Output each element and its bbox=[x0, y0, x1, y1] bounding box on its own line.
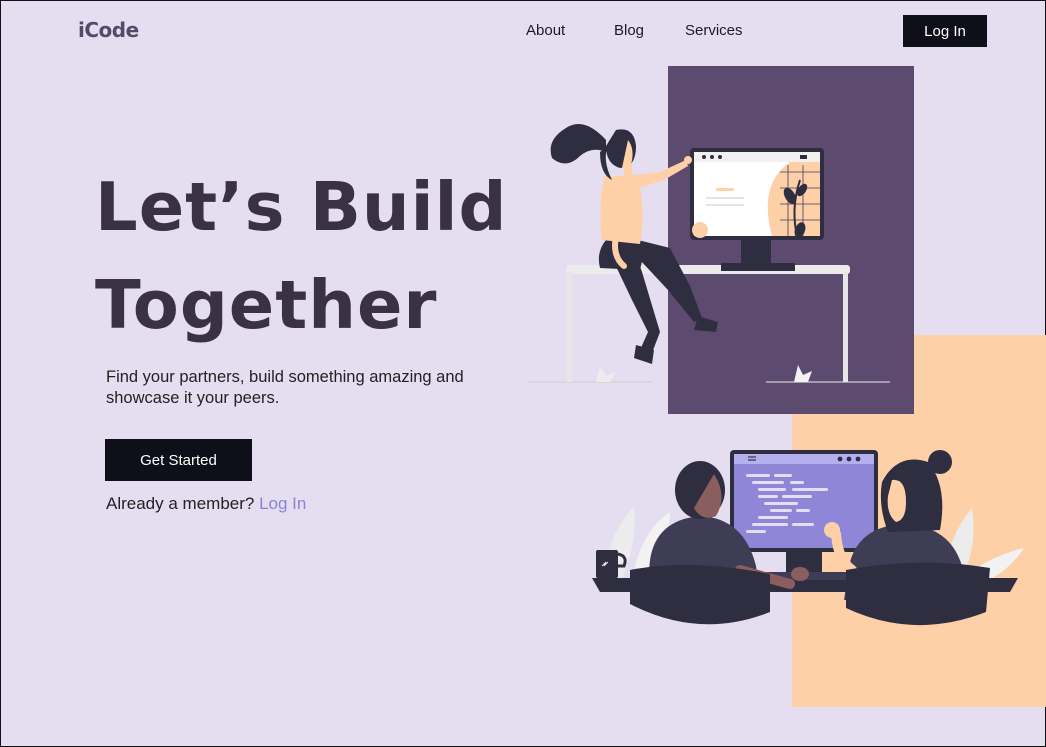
hero-title: Let’s Build Together bbox=[95, 158, 507, 354]
get-started-button[interactable]: Get Started bbox=[105, 439, 252, 481]
hero-subtitle: Find your partners, build something amaz… bbox=[106, 368, 464, 407]
hero-title-line-2: Together bbox=[95, 266, 438, 344]
member-login-link[interactable]: Log In bbox=[259, 494, 306, 513]
member-prompt: Already a member? Log In bbox=[106, 494, 306, 514]
hero-title-line-1: Let’s Build bbox=[95, 168, 508, 246]
member-text: Already a member? bbox=[106, 494, 255, 513]
